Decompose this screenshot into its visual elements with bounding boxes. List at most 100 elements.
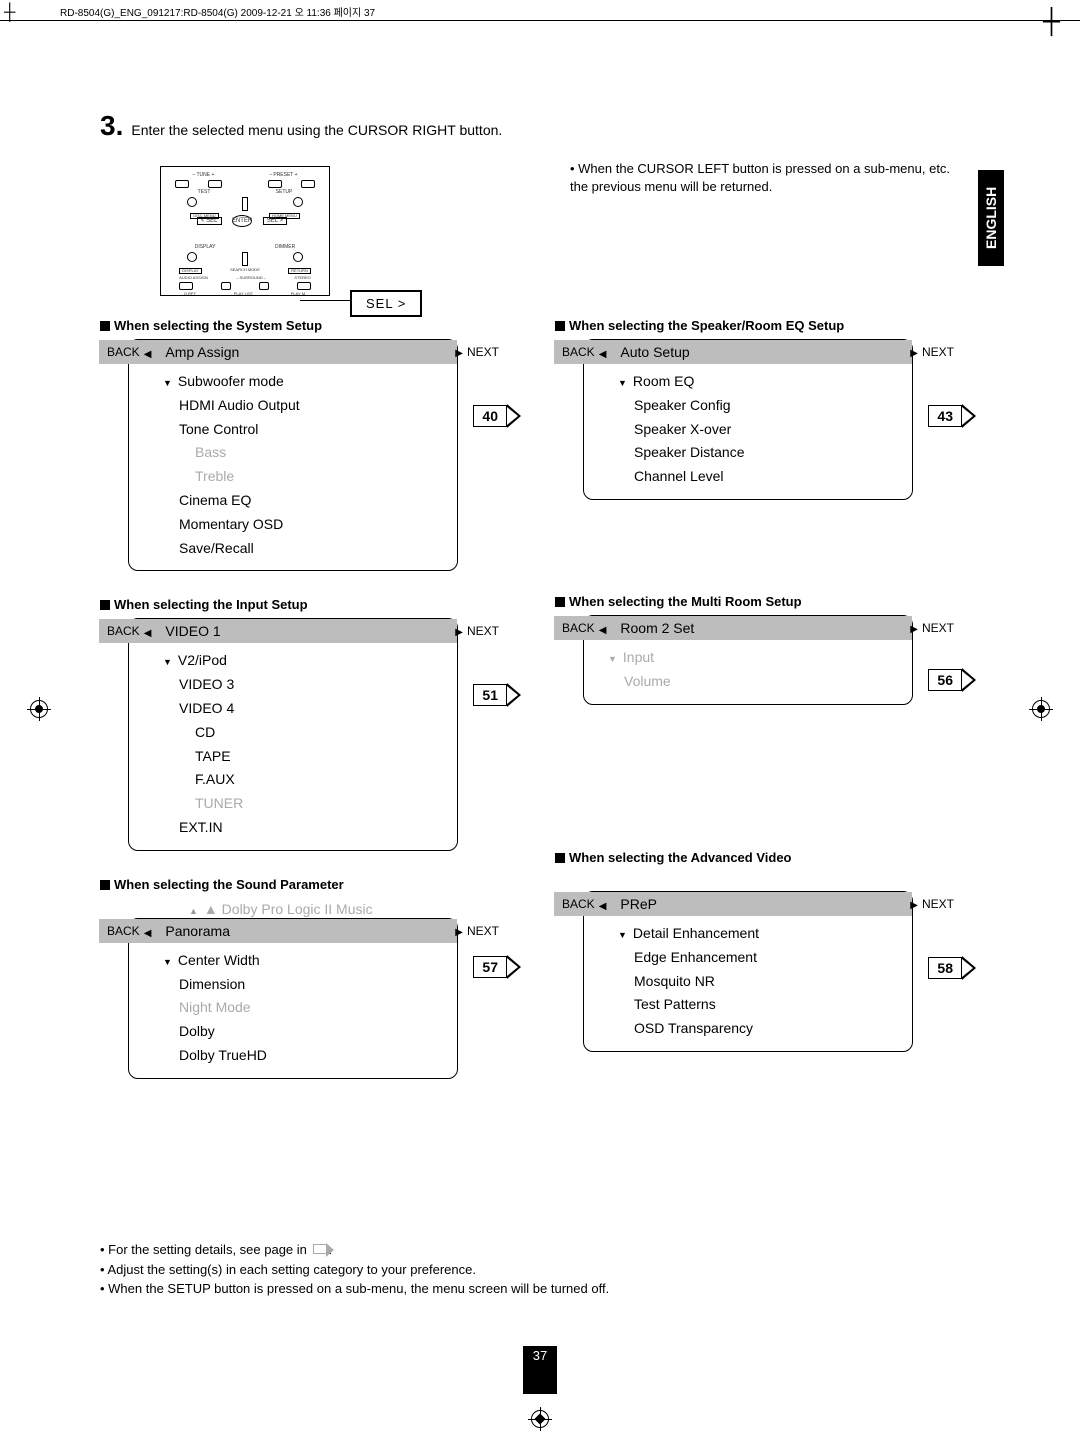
page-ref: 56 bbox=[928, 669, 962, 691]
page-ref: 58 bbox=[928, 957, 962, 979]
label: SETUP bbox=[276, 190, 293, 195]
panel-title: When selecting the Input Setup bbox=[114, 597, 308, 612]
note-cursor-left: • When the CURSOR LEFT button is pressed… bbox=[570, 160, 970, 196]
menu-item: Bass bbox=[179, 441, 457, 465]
back-label: BACK bbox=[107, 924, 140, 938]
label: – PRESET + bbox=[269, 173, 297, 178]
label: RETURN bbox=[288, 268, 311, 274]
panel-title: When selecting the Speaker/Room EQ Setup bbox=[569, 318, 844, 333]
menu-item: VIDEO 4 bbox=[179, 697, 457, 721]
menu-item: Subwoofer mode bbox=[178, 373, 284, 389]
footnote: • When the SETUP button is pressed on a … bbox=[100, 1279, 980, 1299]
menu-item: Center Width bbox=[178, 952, 260, 968]
panel-title: When selecting the Advanced Video bbox=[569, 850, 792, 865]
page-ref: 40 bbox=[473, 405, 507, 427]
page-ref: 51 bbox=[473, 684, 507, 706]
menu-item-above: Dolby Pro Logic II Music bbox=[222, 901, 373, 917]
panel-title: When selecting the Sound Parameter bbox=[114, 877, 344, 892]
page-number: 37 bbox=[523, 1346, 557, 1394]
sel-right: SEL > bbox=[263, 217, 287, 225]
next-label: NEXT bbox=[467, 624, 499, 638]
menu-heading: Auto Setup bbox=[614, 344, 912, 360]
next-label: NEXT bbox=[467, 924, 499, 938]
registration-mark bbox=[1032, 700, 1050, 718]
language-tab: ENGLISH bbox=[978, 170, 1004, 266]
menu-item: Dolby bbox=[179, 1020, 457, 1044]
page-ref-arrow: 57 bbox=[473, 955, 521, 979]
step-text: Enter the selected menu using the CURSOR… bbox=[131, 122, 502, 138]
page-ref-arrow: 56 bbox=[928, 668, 976, 692]
panel-speaker-eq: When selecting the Speaker/Room EQ Setup… bbox=[555, 318, 980, 568]
sel-right-callout: SEL > bbox=[350, 290, 422, 317]
menu-item: Input bbox=[623, 649, 654, 665]
enter-button: ENTER bbox=[232, 215, 252, 227]
label: DISPLAY bbox=[179, 268, 202, 274]
menu-item: VIDEO 3 bbox=[179, 673, 457, 697]
menu-item: Mosquito NR bbox=[634, 970, 912, 994]
footnote: • Adjust the setting(s) in each setting … bbox=[100, 1260, 980, 1280]
panel-advanced-video: When selecting the Advanced Video BACK P… bbox=[555, 850, 980, 1052]
label: – SURROUND – bbox=[236, 276, 266, 280]
label: STEREO bbox=[294, 276, 310, 280]
menu-item: CD bbox=[179, 721, 457, 745]
page-ref: 43 bbox=[928, 405, 962, 427]
menu-item: EXT.IN bbox=[179, 816, 457, 840]
back-label: BACK bbox=[107, 345, 140, 359]
menu-item: Tone Control bbox=[179, 418, 457, 442]
crop-mark: ┼ bbox=[1043, 8, 1060, 36]
panel-title: When selecting the System Setup bbox=[114, 318, 322, 333]
header-rule bbox=[0, 20, 1080, 21]
menu-item: F.AUX bbox=[179, 768, 457, 792]
label: TEST bbox=[198, 190, 211, 195]
back-label: BACK bbox=[562, 621, 595, 635]
back-label: BACK bbox=[107, 624, 140, 638]
menu-item: Speaker X-over bbox=[634, 418, 912, 442]
label: DISPLAY bbox=[195, 245, 216, 250]
next-label: NEXT bbox=[467, 345, 499, 359]
menu-item: V2/iPod bbox=[178, 652, 227, 668]
menu-item: Save/Recall bbox=[179, 537, 457, 561]
label: AUDIO ASSIGN bbox=[179, 276, 208, 280]
sel-left: < SEL bbox=[197, 217, 222, 225]
label: PLAY M. bbox=[291, 292, 306, 296]
page-ref-arrow: 58 bbox=[928, 956, 976, 980]
menu-heading: Room 2 Set bbox=[614, 620, 912, 636]
menu-item: Treble bbox=[179, 465, 457, 489]
back-label: BACK bbox=[562, 897, 595, 911]
label: SEARCH MODE bbox=[230, 268, 260, 274]
panel-sound-parameter: When selecting the Sound Parameter ▲ Dol… bbox=[100, 877, 525, 1079]
page-arrow-icon bbox=[313, 1244, 327, 1254]
panel-input-setup: When selecting the Input Setup BACK VIDE… bbox=[100, 597, 525, 850]
step-3: 3. Enter the selected menu using the CUR… bbox=[100, 110, 980, 142]
menu-item: Speaker Config bbox=[634, 394, 912, 418]
label: DIMMER bbox=[275, 245, 295, 250]
label: Q.RPT bbox=[184, 292, 196, 296]
page-ref-arrow: 43 bbox=[928, 404, 976, 428]
menu-heading: PReP bbox=[614, 896, 912, 912]
menu-item: Speaker Distance bbox=[634, 441, 912, 465]
footnotes: • For the setting details, see page in .… bbox=[100, 1240, 980, 1299]
menu-item: Night Mode bbox=[179, 996, 457, 1020]
menu-item: Volume bbox=[624, 670, 912, 694]
menu-item: Detail Enhancement bbox=[633, 925, 759, 941]
step-number: 3. bbox=[100, 110, 123, 142]
menu-heading: Amp Assign bbox=[159, 344, 457, 360]
next-label: NEXT bbox=[922, 897, 954, 911]
footnote: • For the setting details, see page in bbox=[100, 1242, 307, 1257]
menu-item: Dolby TrueHD bbox=[179, 1044, 457, 1068]
menu-item: Channel Level bbox=[634, 465, 912, 489]
panel-title: When selecting the Multi Room Setup bbox=[569, 594, 802, 609]
menu-item: Dimension bbox=[179, 973, 457, 997]
registration-mark bbox=[531, 1410, 549, 1428]
leader-line bbox=[300, 300, 352, 301]
page-ref: 57 bbox=[473, 956, 507, 978]
menu-item: HDMI Audio Output bbox=[179, 394, 457, 418]
menu-item: Edge Enhancement bbox=[634, 946, 912, 970]
page-ref-arrow: 51 bbox=[473, 683, 521, 707]
back-label: BACK bbox=[562, 345, 595, 359]
menu-heading: VIDEO 1 bbox=[159, 623, 457, 639]
menu-item: OSD Transparency bbox=[634, 1017, 912, 1041]
menu-item: Cinema EQ bbox=[179, 489, 457, 513]
remote-diagram: – TUNE +– PRESET + TESTSETUP DISC MENUHO… bbox=[160, 166, 330, 296]
registration-mark bbox=[30, 700, 48, 718]
